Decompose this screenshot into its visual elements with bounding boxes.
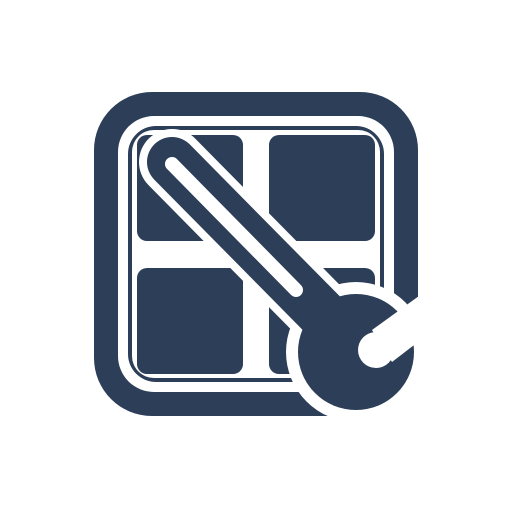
icon-canvas xyxy=(0,0,512,512)
app-grid-settings-icon xyxy=(94,92,444,422)
grid-tile-top-right xyxy=(269,135,375,241)
grid-tile-bottom-left xyxy=(137,268,243,374)
